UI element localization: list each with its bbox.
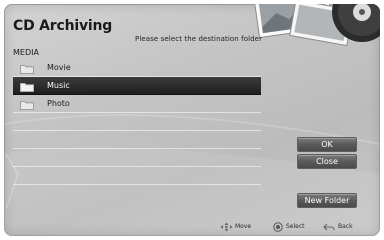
back-arrow-icon xyxy=(323,223,335,231)
empty-row xyxy=(13,149,261,167)
hint-label-select: Select xyxy=(286,223,305,230)
folder-item-photo[interactable]: Photo xyxy=(13,95,261,113)
close-button[interactable]: Close xyxy=(297,154,357,169)
folder-item-music[interactable]: Music xyxy=(13,77,261,95)
cd-archiving-dialog: CD Archiving Please select the destinati… xyxy=(4,4,380,236)
select-button-icon xyxy=(273,222,283,232)
key-hints: Move Select Back xyxy=(220,222,370,234)
folder-item-label: Photo xyxy=(47,99,70,108)
folder-list: Movie Music Photo xyxy=(13,59,261,193)
folder-item-label: Movie xyxy=(47,63,71,72)
screen: CD Archiving Please select the destinati… xyxy=(0,0,384,240)
dialog-title: CD Archiving xyxy=(13,18,113,34)
empty-row xyxy=(13,131,261,149)
dpad-move-icon xyxy=(220,222,233,232)
folder-item-label: Music xyxy=(47,81,70,90)
empty-row xyxy=(13,113,261,131)
folder-icon xyxy=(20,101,34,110)
new-folder-button[interactable]: New Folder xyxy=(297,193,357,208)
hint-label-move: Move xyxy=(235,223,252,230)
folder-icon xyxy=(20,83,34,92)
empty-row xyxy=(13,167,261,185)
folder-item-movie[interactable]: Movie xyxy=(13,59,261,77)
ok-button[interactable]: OK xyxy=(297,137,357,152)
folder-icon xyxy=(20,65,34,74)
instruction-text: Please select the destination folder xyxy=(135,35,263,43)
section-label-media: MEDIA xyxy=(13,48,39,57)
hint-label-back: Back xyxy=(338,223,353,230)
